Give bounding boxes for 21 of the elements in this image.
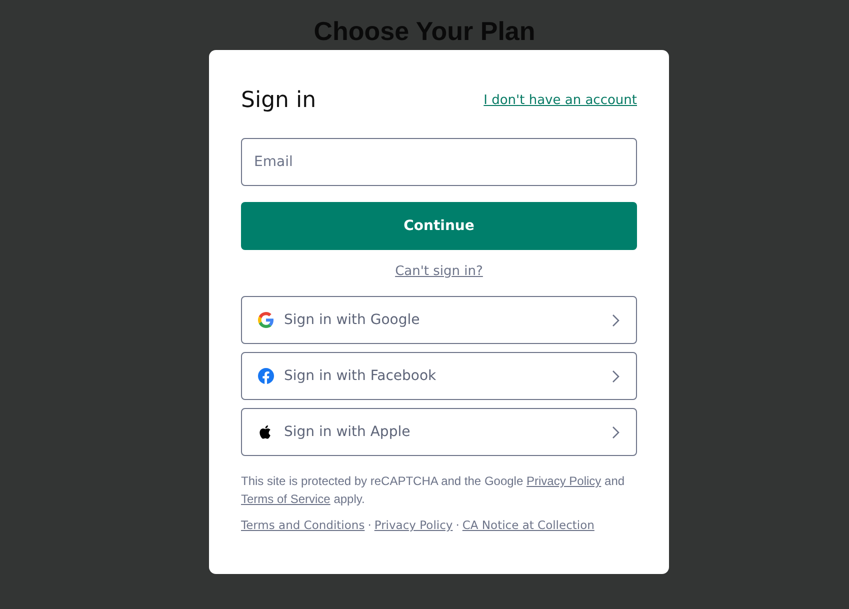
google-g-icon	[258, 312, 274, 328]
separator-dot: ·	[368, 518, 372, 532]
footer-link[interactable]: Privacy Policy	[374, 518, 453, 532]
recaptcha-notice: This site is protected by reCAPTCHA and the Google Privacy Policy and Terms of Service apply.	[241, 473, 626, 508]
separator-dot: ·	[456, 518, 460, 532]
social-sign-in-button[interactable]: Sign in with Apple	[241, 408, 637, 456]
footer-link[interactable]: CA Notice at Collection	[462, 518, 594, 532]
email-field[interactable]: Email	[241, 138, 637, 186]
social-sign-in-button[interactable]: Sign in with Facebook	[241, 352, 637, 400]
chevron-right-icon	[612, 314, 620, 326]
terms-of-service-link[interactable]: Terms of Service	[241, 492, 330, 506]
continue-button[interactable]: Continue	[241, 202, 637, 250]
cant-sign-in-link[interactable]: Can't sign in?	[395, 264, 483, 282]
footer-link[interactable]: Terms and Conditions	[241, 518, 365, 532]
no-account-link[interactable]: I don't have an account	[484, 92, 637, 108]
privacy-policy-link[interactable]: Privacy Policy	[526, 474, 602, 488]
chevron-right-icon	[612, 370, 620, 382]
facebook-f-icon	[258, 368, 274, 384]
social-sign-in-button[interactable]: Sign in with Google	[241, 296, 637, 344]
chevron-right-icon	[612, 426, 620, 438]
dialog-title: Sign in	[241, 88, 316, 112]
